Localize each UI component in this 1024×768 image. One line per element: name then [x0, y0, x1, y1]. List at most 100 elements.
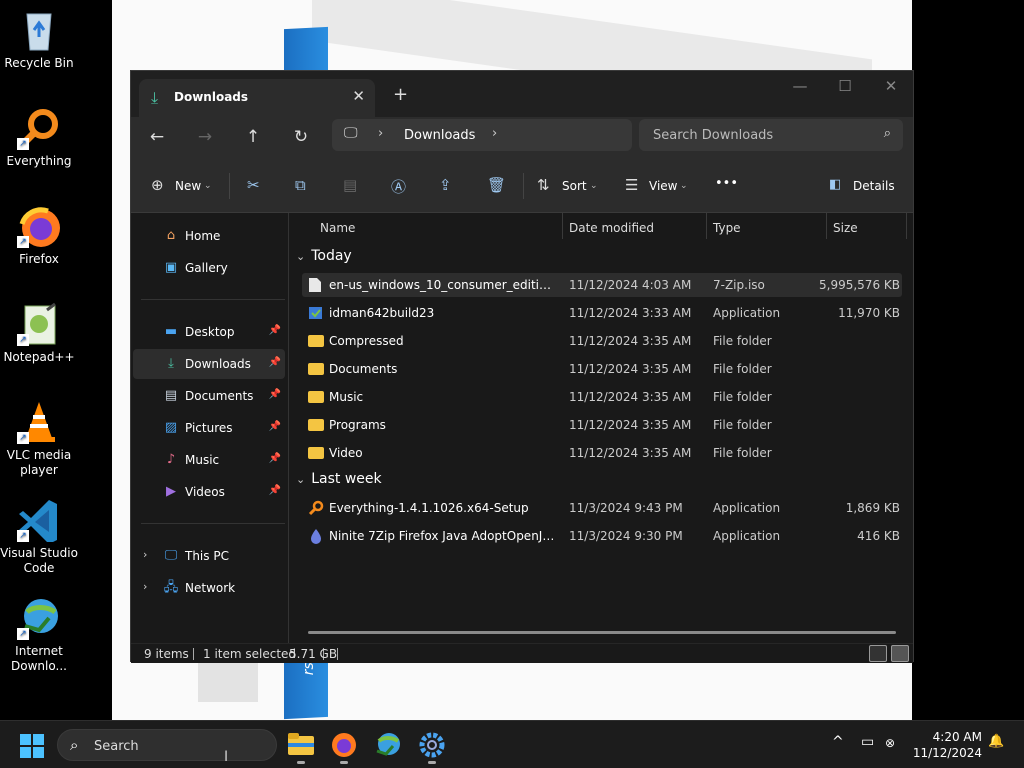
view-button[interactable]: View: [649, 179, 677, 193]
up-button[interactable]: ↑: [241, 127, 265, 147]
tiles-view-toggle[interactable]: [891, 645, 909, 662]
sidebar-item-home[interactable]: ⌂ Home: [133, 221, 285, 251]
text-cursor-icon: I: [224, 749, 229, 765]
breadcrumb-separator[interactable]: ›: [492, 126, 497, 141]
minimize-button[interactable]: —: [785, 77, 815, 95]
copy-icon[interactable]: ⧉: [295, 176, 306, 194]
table-row[interactable]: Documents 11/12/2024 3:35 AM File folder: [302, 357, 902, 381]
sidebar-item-pictures[interactable]: ▨ Pictures 📌: [133, 413, 285, 443]
sort-button[interactable]: Sort: [562, 179, 587, 193]
sidebar-item-documents[interactable]: ▤ Documents 📌: [133, 381, 285, 411]
chevron-down-icon: ⌄: [680, 181, 688, 191]
expand-chevron-icon[interactable]: ›: [143, 548, 147, 561]
close-window-button[interactable]: ✕: [876, 77, 906, 95]
shortcut-arrow-icon: ↗: [17, 138, 29, 150]
sidebar-item-music[interactable]: ♪ Music 📌: [133, 445, 285, 475]
vscode-icon: ↗: [17, 498, 61, 544]
pin-icon[interactable]: 📌: [269, 357, 281, 368]
notepad-plus-plus-icon: ↗: [17, 302, 61, 346]
forward-button[interactable]: →: [193, 127, 217, 147]
close-tab-icon[interactable]: ✕: [352, 87, 365, 105]
application-icon: [308, 305, 324, 321]
internet-download-manager-icon: ↗: [17, 596, 61, 640]
rename-icon[interactable]: Ⓐ: [391, 176, 406, 197]
horizontal-scrollbar[interactable]: [308, 631, 896, 634]
table-row[interactable]: Compressed 11/12/2024 3:35 AM File folde…: [302, 329, 902, 353]
group-header-last-week[interactable]: ⌄ Last week: [296, 471, 382, 487]
pin-icon[interactable]: 📌: [269, 453, 281, 464]
taskbar-internet-download-manager[interactable]: [374, 731, 402, 759]
cut-icon[interactable]: ✂: [247, 176, 260, 194]
table-row[interactable]: Programs 11/12/2024 3:35 AM File folder: [302, 413, 902, 437]
pin-icon[interactable]: 📌: [269, 325, 281, 336]
taskbar-search[interactable]: ⌕ Search: [57, 729, 277, 761]
details-view-toggle[interactable]: [869, 645, 887, 662]
more-options-button[interactable]: •••: [715, 176, 738, 191]
taskbar-settings[interactable]: [418, 731, 446, 764]
sidebar-item-videos[interactable]: ▶ Videos 📌: [133, 477, 285, 507]
search-input[interactable]: Search Downloads ⌕: [639, 119, 903, 151]
title-bar[interactable]: ⤓ Downloads ✕ + — ☐ ✕: [131, 71, 913, 117]
pin-icon[interactable]: 📌: [269, 421, 281, 432]
start-button[interactable]: [20, 734, 44, 758]
taskbar-search-label: Search: [94, 739, 139, 754]
desktop-icon-label: Recycle Bin: [4, 56, 74, 70]
desktop-icon-notepad-plus-plus[interactable]: ↗ Notepad++: [0, 302, 78, 365]
taskbar: ⌕ Search I ^ ▭ ⊗ 4:20 AM 11/12/2024 🔔: [0, 720, 1024, 768]
volume-muted-icon[interactable]: ⊗: [885, 736, 895, 750]
details-button[interactable]: Details: [853, 179, 895, 193]
table-row[interactable]: Everything-1.4.1.1026.x64-Setup 11/3/202…: [302, 496, 902, 520]
column-header-size[interactable]: Size: [833, 221, 858, 235]
desktop-icon-vlc[interactable]: ↗ VLC media player: [0, 400, 78, 478]
share-icon[interactable]: ⇪: [439, 176, 452, 194]
table-row[interactable]: Music 11/12/2024 3:35 AM File folder: [302, 385, 902, 409]
column-header-date[interactable]: Date modified: [569, 221, 654, 235]
file-explorer-window: ⤓ Downloads ✕ + — ☐ ✕ ← → ↑ ↻ 🖵 › Downlo…: [130, 70, 914, 663]
show-hidden-icons-chevron[interactable]: ^: [832, 734, 844, 750]
desktop-icon-recycle-bin[interactable]: Recycle Bin: [0, 8, 78, 71]
firefox-icon: ↗: [17, 204, 61, 248]
expand-chevron-icon[interactable]: ›: [143, 580, 147, 593]
table-row[interactable]: en-us_windows_10_consumer_editions_v... …: [302, 273, 902, 297]
sidebar-item-desktop[interactable]: ▬ Desktop 📌: [133, 317, 285, 347]
clock[interactable]: 4:20 AM 11/12/2024: [913, 729, 982, 761]
address-bar[interactable]: 🖵 › Downloads ›: [332, 119, 632, 151]
column-header-name[interactable]: Name: [320, 221, 355, 235]
taskbar-firefox[interactable]: [330, 731, 358, 764]
breadcrumb-downloads[interactable]: Downloads: [404, 128, 475, 143]
network-status-icon[interactable]: ▭: [861, 734, 874, 750]
column-header-type[interactable]: Type: [713, 221, 741, 235]
desktop-icon-vscode[interactable]: ↗ Visual Studio Code: [0, 498, 78, 576]
folder-icon: [308, 445, 324, 461]
breadcrumb-separator[interactable]: ›: [378, 126, 383, 141]
sidebar-item-downloads[interactable]: ⤓ Downloads 📌: [133, 349, 285, 379]
desktop-icon-firefox[interactable]: ↗ Firefox: [0, 204, 78, 267]
selection-size: 5.71 GB: [289, 647, 338, 661]
maximize-button[interactable]: ☐: [830, 77, 860, 95]
desktop-icon-internet-download-manager[interactable]: ↗ Internet Downlo...: [0, 596, 78, 674]
back-button[interactable]: ←: [145, 127, 169, 147]
gallery-icon: ▣: [164, 260, 178, 275]
delete-icon[interactable]: 🗑: [487, 176, 506, 194]
pin-icon[interactable]: 📌: [269, 389, 281, 400]
pin-icon[interactable]: 📌: [269, 485, 281, 496]
shortcut-arrow-icon: ↗: [17, 236, 29, 248]
refresh-button[interactable]: ↻: [289, 127, 313, 147]
music-icon: ♪: [166, 452, 176, 467]
paste-icon[interactable]: ▤: [343, 176, 357, 194]
table-row[interactable]: Video 11/12/2024 3:35 AM File folder: [302, 441, 902, 465]
sidebar-item-gallery[interactable]: ▣ Gallery: [133, 253, 285, 283]
new-tab-button[interactable]: +: [393, 84, 408, 105]
group-header-today[interactable]: ⌄ Today: [296, 248, 352, 264]
shortcut-arrow-icon: ↗: [17, 334, 29, 346]
table-row[interactable]: idman642build23 11/12/2024 3:33 AM Appli…: [302, 301, 902, 325]
notification-bell-icon[interactable]: 🔔: [988, 734, 1004, 749]
tab-downloads[interactable]: ⤓ Downloads ✕: [139, 79, 375, 117]
sidebar-item-network[interactable]: › 🖧 Network: [133, 573, 285, 603]
new-button[interactable]: New: [175, 179, 201, 193]
table-row[interactable]: Ninite 7Zip Firefox Java AdoptOpenJDK x.…: [302, 524, 902, 548]
desktop-icon-everything[interactable]: ↗ Everything: [0, 106, 78, 169]
desktop-icon-label: VLC media player: [6, 448, 72, 477]
taskbar-file-explorer[interactable]: [287, 731, 315, 764]
sidebar-item-this-pc[interactable]: › 🖵 This PC: [133, 541, 285, 571]
